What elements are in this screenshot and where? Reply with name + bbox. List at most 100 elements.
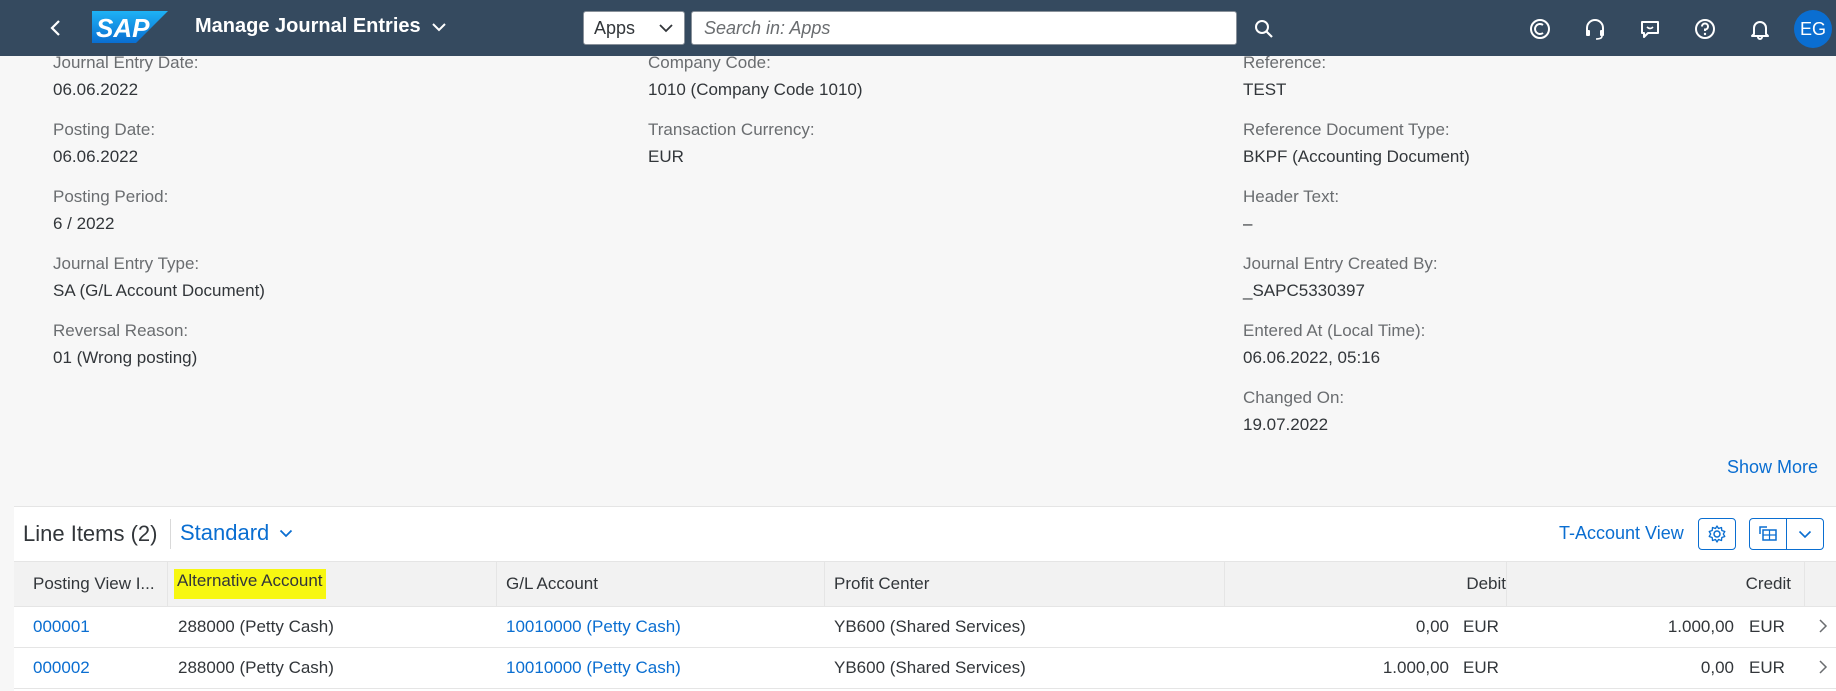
field-value: 19.07.2022 bbox=[1243, 415, 1329, 434]
search-scope-select[interactable]: Apps bbox=[583, 11, 685, 45]
field-journal-entry-date: Journal Entry Date: 06.06.2022 bbox=[53, 52, 199, 101]
posting-view-item-link[interactable]: 000002 bbox=[33, 648, 90, 688]
bell-icon bbox=[1751, 21, 1769, 40]
profit-center-cell: YB600 (Shared Services) bbox=[834, 617, 1026, 636]
field-label: Header Text: bbox=[1243, 187, 1340, 206]
help-icon bbox=[1695, 19, 1715, 39]
col-header-posting-view-item[interactable]: Posting View I... bbox=[33, 562, 173, 606]
export-menu-button[interactable] bbox=[1786, 518, 1824, 550]
credit-currency: EUR bbox=[1749, 617, 1785, 636]
field-label: Reversal Reason: bbox=[53, 321, 189, 340]
sap-logo[interactable]: SAP bbox=[92, 11, 168, 48]
field-value: 6 / 2022 bbox=[53, 214, 115, 233]
notifications-button[interactable] bbox=[1743, 12, 1777, 46]
column-divider bbox=[824, 562, 825, 606]
debit-amount: 0,00 bbox=[1415, 617, 1449, 636]
export-spreadsheet-icon bbox=[1759, 526, 1777, 541]
table-header-row: Posting View I... Alternative Account G/… bbox=[14, 561, 1836, 607]
user-avatar[interactable]: EG bbox=[1794, 10, 1832, 48]
search-button[interactable] bbox=[1249, 14, 1279, 44]
col-header-label: G/L Account bbox=[506, 574, 598, 593]
col-header-gl-account[interactable]: G/L Account bbox=[506, 562, 806, 606]
field-label: Reference Document Type: bbox=[1243, 120, 1450, 139]
field-label: Entered At (Local Time): bbox=[1243, 321, 1426, 340]
alternative-account-cell: 288000 (Petty Cash) bbox=[178, 658, 334, 677]
show-more-link[interactable]: Show More bbox=[1727, 457, 1818, 478]
field-value: 1010 (Company Code 1010) bbox=[648, 80, 863, 99]
field-label: Journal Entry Created By: bbox=[1243, 254, 1438, 273]
col-header-label: Debit bbox=[1466, 574, 1506, 593]
field-header-text: Header Text: – bbox=[1243, 186, 1339, 235]
table-settings-button[interactable] bbox=[1698, 518, 1736, 550]
field-label: Posting Period: bbox=[53, 187, 169, 206]
col-header-label-highlighted: Alternative Account bbox=[174, 569, 326, 599]
table-toolbar: Line Items (2) Standard T-Account View bbox=[14, 507, 1836, 561]
app-title-menu[interactable]: Manage Journal Entries bbox=[195, 15, 447, 38]
variant-selector[interactable]: Standard bbox=[180, 520, 293, 546]
search-placeholder: Search in: Apps bbox=[704, 17, 831, 38]
export-button[interactable] bbox=[1749, 518, 1787, 550]
col-header-alternative-account[interactable]: Alternative Account bbox=[174, 562, 494, 606]
variant-label: Standard bbox=[180, 520, 270, 545]
svg-text:SAP: SAP bbox=[96, 13, 150, 43]
gl-account-link[interactable]: 10010000 (Petty Cash) bbox=[506, 648, 681, 688]
field-value: 06.06.2022 bbox=[53, 80, 139, 99]
search-scope-value: Apps bbox=[594, 17, 636, 38]
field-transaction-currency: Transaction Currency: EUR bbox=[648, 119, 815, 168]
chevron-down-icon bbox=[280, 529, 293, 537]
chevron-right-icon[interactable] bbox=[1818, 658, 1828, 676]
copilot-icon bbox=[1530, 19, 1550, 39]
field-reversal-reason: Reversal Reason: 01 (Wrong posting) bbox=[53, 320, 197, 369]
field-reference: Reference: TEST bbox=[1243, 52, 1326, 101]
support-button[interactable] bbox=[1578, 12, 1612, 46]
table-title: Line Items (2) bbox=[23, 521, 158, 546]
field-label: Journal Entry Date: bbox=[53, 53, 199, 72]
column-divider bbox=[1804, 562, 1805, 606]
chevron-down-icon bbox=[659, 24, 673, 33]
column-divider bbox=[496, 562, 497, 606]
field-created-by: Journal Entry Created By: _SAPC5330397 bbox=[1243, 253, 1438, 302]
col-header-debit[interactable]: Debit bbox=[1224, 562, 1506, 606]
field-value: BKPF (Accounting Document) bbox=[1243, 147, 1470, 166]
debit-currency: EUR bbox=[1463, 658, 1499, 677]
profit-center-cell: YB600 (Shared Services) bbox=[834, 658, 1026, 677]
field-value: 06.06.2022 bbox=[53, 147, 139, 166]
gl-account-link[interactable]: 10010000 (Petty Cash) bbox=[506, 607, 681, 647]
field-posting-period: Posting Period: 6 / 2022 bbox=[53, 186, 168, 235]
field-value: 01 (Wrong posting) bbox=[53, 348, 198, 367]
shell-bar: SAP Manage Journal Entries Apps Search i… bbox=[0, 0, 1836, 56]
table-row[interactable]: 000002 288000 (Petty Cash) 10010000 (Pet… bbox=[14, 648, 1836, 689]
help-button[interactable] bbox=[1688, 12, 1722, 46]
feedback-button[interactable] bbox=[1633, 12, 1667, 46]
gear-icon bbox=[1708, 525, 1726, 543]
field-entered-at: Entered At (Local Time): 06.06.2022, 05:… bbox=[1243, 320, 1425, 369]
credit-amount: 1.000,00 bbox=[1667, 617, 1734, 636]
column-divider bbox=[167, 562, 168, 606]
posting-view-item-link[interactable]: 000001 bbox=[33, 607, 90, 647]
field-value: _SAPC5330397 bbox=[1243, 281, 1365, 300]
field-value: EUR bbox=[648, 147, 684, 166]
back-button[interactable] bbox=[40, 12, 72, 44]
debit-currency: EUR bbox=[1463, 617, 1499, 636]
field-label: Reference: bbox=[1243, 53, 1327, 72]
chevron-down-icon bbox=[431, 22, 446, 31]
field-label: Posting Date: bbox=[53, 120, 156, 139]
col-header-credit[interactable]: Credit bbox=[1506, 562, 1791, 606]
field-reference-document-type: Reference Document Type: BKPF (Accountin… bbox=[1243, 119, 1470, 168]
table-row[interactable]: 000001 288000 (Petty Cash) 10010000 (Pet… bbox=[14, 607, 1836, 648]
debit-amount: 1.000,00 bbox=[1382, 658, 1449, 677]
alternative-account-cell: 288000 (Petty Cash) bbox=[178, 617, 334, 636]
field-label: Changed On: bbox=[1243, 388, 1345, 407]
credit-amount: 0,00 bbox=[1700, 658, 1734, 677]
chevron-left-icon bbox=[50, 20, 60, 36]
search-input[interactable]: Search in: Apps bbox=[691, 11, 1237, 45]
field-label: Transaction Currency: bbox=[648, 120, 815, 139]
t-account-view-button[interactable]: T-Account View bbox=[1559, 523, 1684, 544]
col-header-profit-center[interactable]: Profit Center bbox=[834, 562, 1134, 606]
copilot-button[interactable] bbox=[1523, 12, 1557, 46]
chevron-down-icon bbox=[1798, 530, 1812, 538]
field-changed-on: Changed On: 19.07.2022 bbox=[1243, 387, 1344, 436]
col-header-label: Credit bbox=[1745, 574, 1791, 593]
chevron-right-icon[interactable] bbox=[1818, 617, 1828, 635]
col-header-label: Posting View I... bbox=[33, 574, 155, 593]
